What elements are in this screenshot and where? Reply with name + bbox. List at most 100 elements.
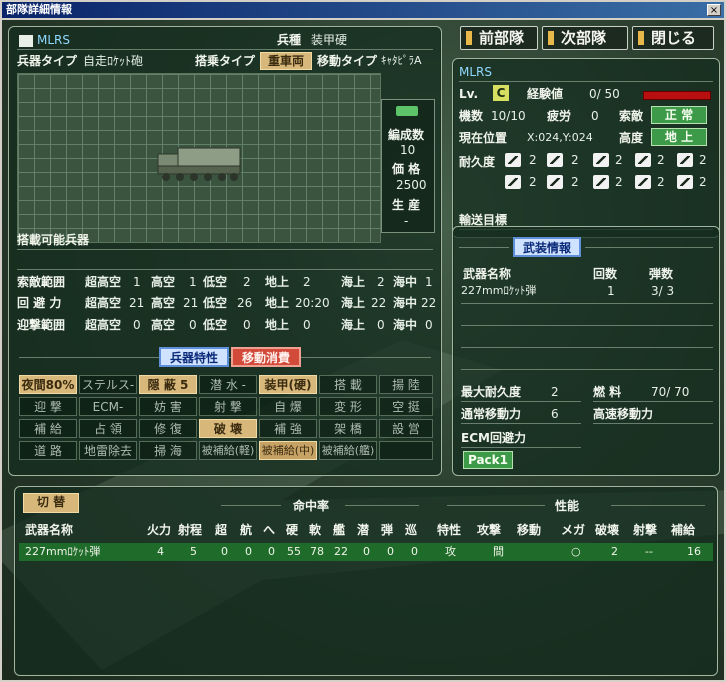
tab-features[interactable]: 兵器特性 — [159, 347, 229, 367]
weapon-name-header: 武器名称 — [463, 267, 512, 281]
trait-cell: 装甲(硬) — [259, 375, 317, 394]
trait-cell: 搭 載 — [319, 375, 377, 394]
trait-cell: 変 形 — [319, 397, 377, 416]
weapon-ammo-header: 弾数 — [649, 267, 674, 281]
price-value: 2500 — [396, 178, 427, 192]
durability-label: 耐久度 — [459, 155, 496, 169]
title-bar: 部隊詳細情報 × — [2, 2, 724, 18]
max-durability-label: 最大耐久度 — [461, 385, 522, 399]
stats-box: 編成数 10 価 格 2500 生 産 - — [381, 99, 435, 233]
rocket-launcher-vehicle-icon — [157, 147, 241, 181]
trait-cell: 占 領 — [79, 419, 137, 438]
pack-button[interactable]: Pack1 — [463, 451, 513, 469]
shield-icon — [593, 153, 609, 167]
trait-cell: 設 営 — [379, 419, 433, 438]
shield-icon — [635, 153, 651, 167]
close-button[interactable]: 閉じる — [632, 26, 714, 50]
prev-unit-button[interactable]: 前部隊 — [460, 26, 538, 50]
shield-icon — [593, 175, 609, 189]
trait-cell — [379, 441, 433, 460]
trait-cell: 迎 撃 — [19, 397, 77, 416]
weapon-type-value: 自走ﾛｹｯﾄ砲 — [83, 54, 144, 68]
unit-info-panel: MLRS 兵種 装甲硬 兵器タイプ 自走ﾛｹｯﾄ砲 搭乗タイプ 重車両 移動タイ… — [8, 26, 442, 476]
shield-icon — [677, 175, 693, 189]
status-panel: MLRS Lv. C 経験値 0/ 50 機数 10/10 疲労 0 索敵 正 … — [452, 58, 720, 238]
range-row-label: 索敵範囲 — [17, 275, 66, 289]
next-unit-button[interactable]: 次部隊 — [542, 26, 628, 50]
weapons-info-title: 武装情報 — [513, 237, 581, 257]
trait-cell: 補 強 — [259, 419, 317, 438]
shield-icon — [547, 153, 563, 167]
level-label: Lv. — [459, 87, 479, 101]
trait-cell: 架 橋 — [319, 419, 377, 438]
weapon-stats-panel: 切 替 命中率 性能 武器名称 火力 射程 超 航 へ 硬 軟 艦 潜 弾 巡 … — [14, 486, 718, 676]
loadable-weapons-label: 搭載可能兵器 — [17, 233, 90, 247]
fuel-value: 70/ 70 — [651, 385, 690, 399]
weapon-type-label: 兵器タイプ — [17, 54, 78, 68]
units-label: 機数 — [459, 109, 484, 123]
boarding-type-value: 重車両 — [260, 52, 312, 70]
trait-cell: 空 挺 — [379, 397, 433, 416]
units-value: 10/10 — [491, 109, 526, 123]
fatigue-value: 0 — [591, 109, 599, 123]
trait-cell: 隠 蔽 5 — [139, 375, 197, 394]
trait-cell: 被補給(艦) — [319, 441, 377, 460]
weapon-row-ammo: 3/ 3 — [651, 284, 675, 298]
formation-value: 10 — [400, 143, 416, 157]
unit-image-grid — [17, 73, 381, 243]
production-label: 生 産 — [392, 198, 421, 212]
trait-cell: 被補給(軽) — [199, 441, 257, 460]
table-row[interactable]: 227mmﾛｹｯﾄ弾 4 5 0 0 0 55 78 22 0 0 0 攻 間 … — [19, 543, 713, 561]
fuel-label: 燃 料 — [593, 385, 622, 399]
unit-name: MLRS — [37, 33, 70, 47]
unit-type-value: 装甲硬 — [311, 33, 348, 47]
formation-label: 編成数 — [388, 128, 425, 142]
tab-move-cost[interactable]: 移動消費 — [231, 347, 301, 367]
shield-icon — [635, 175, 651, 189]
trait-cell: 自 爆 — [259, 397, 317, 416]
position-label: 現在位置 — [459, 131, 508, 145]
durability-grid: 2 2 2 2 2 2 2 2 2 2 — [505, 151, 715, 195]
trait-cell: 破 壊 — [199, 419, 257, 438]
trait-cell: 夜間80% — [19, 375, 77, 394]
position-value: X:024,Y:024 — [527, 131, 593, 144]
trait-cell: 被補給(中) — [259, 441, 317, 460]
weapon-row-name: 227mmﾛｹｯﾄ弾 — [461, 284, 537, 297]
trait-cell: 揚 陸 — [379, 375, 433, 394]
close-icon[interactable]: × — [707, 4, 721, 16]
client-area: MLRS 兵種 装甲硬 兵器タイプ 自走ﾛｹｯﾄ砲 搭乗タイプ 重車両 移動タイ… — [2, 20, 724, 680]
shield-icon — [547, 175, 563, 189]
level-badge: C — [493, 85, 509, 101]
window-title: 部隊詳細情報 — [6, 3, 72, 16]
exp-label: 経験値 — [527, 87, 564, 101]
move-type-value: ｷｬﾀﾋﾟﾗA — [381, 54, 422, 67]
trait-cell: 掃 海 — [139, 441, 197, 460]
window: 部隊詳細情報 × MLRS 兵種 装甲硬 兵器タイプ 自走ﾛｹｯﾄ砲 搭乗タイプ… — [0, 0, 726, 682]
switch-button[interactable]: 切 替 — [23, 493, 79, 513]
trait-cell: 地雷除去 — [79, 441, 137, 460]
status-unit-name: MLRS — [459, 65, 492, 79]
production-value: - — [404, 214, 409, 228]
altitude-value: 地 上 — [651, 128, 707, 146]
trait-cell: 射 撃 — [199, 397, 257, 416]
max-durability-value: 2 — [551, 385, 559, 399]
trait-cell: ECM- — [79, 397, 137, 416]
tank-icon — [396, 106, 418, 116]
ranges-table: 索敵範囲 超高空 1 高空 1 低空 2 地上 2 海上 2 海中 1 回 避 … — [17, 275, 437, 332]
shield-icon — [677, 153, 693, 167]
shield-icon — [505, 175, 521, 189]
hit-rate-label: 命中率 — [293, 499, 330, 513]
trait-cell: 妨 害 — [139, 397, 197, 416]
range-row-label: 迎撃範囲 — [17, 318, 66, 332]
search-label: 索敵 — [619, 109, 644, 123]
weapons-panel: 武装情報 武器名称 回数 弾数 227mmﾛｹｯﾄ弾 1 3/ 3 最大耐久度 … — [452, 226, 720, 476]
unit-type-label: 兵種 — [277, 33, 302, 47]
traits-grid: 夜間80% ステルス- 隠 蔽 5 潜 水 - 装甲(硬) 搭 載 揚 陸 迎 … — [19, 375, 433, 471]
boarding-type-label: 搭乗タイプ — [195, 54, 256, 68]
altitude-label: 高度 — [619, 131, 644, 145]
normal-move-value: 6 — [551, 407, 559, 421]
performance-label: 性能 — [555, 499, 580, 513]
price-label: 価 格 — [392, 162, 421, 176]
shield-icon — [505, 153, 521, 167]
transport-target-label: 輸送目標 — [459, 213, 508, 227]
